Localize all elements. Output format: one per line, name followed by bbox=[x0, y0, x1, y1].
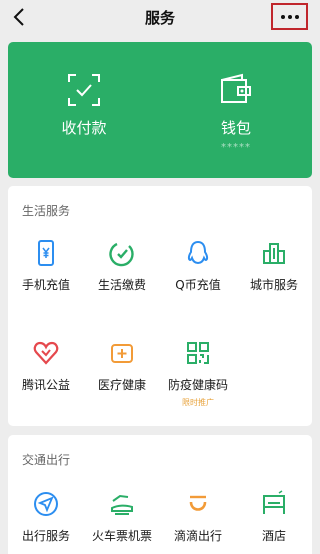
hotel-bed-icon bbox=[263, 490, 285, 514]
scan-check-icon bbox=[68, 74, 100, 106]
didi-ride-item[interactable]: 滴滴出行 bbox=[160, 490, 236, 544]
grid-label: 生活缴费 bbox=[97, 278, 146, 292]
grid-label: 火车票机票 bbox=[91, 529, 152, 543]
wallet-balance-mask: ***** bbox=[221, 142, 251, 153]
phone-yen-icon bbox=[38, 240, 54, 266]
pay-card: 收付款 钱包 ***** bbox=[8, 42, 312, 178]
medical-health-item[interactable]: 医疗健康 bbox=[84, 339, 160, 393]
heart-icon bbox=[33, 341, 59, 365]
qr-code-icon bbox=[187, 342, 209, 364]
medical-box-icon bbox=[111, 344, 133, 363]
receive-pay-button[interactable]: 收付款 bbox=[8, 42, 160, 178]
more-dots-icon bbox=[280, 14, 285, 19]
train-plane-icon bbox=[111, 494, 133, 515]
section-title: 交通出行 bbox=[22, 453, 71, 467]
life-services-card: 生活服务 手机充值 生活缴费 Q币充值 城市服务 腾讯公益 医疗健康 防疫健康码… bbox=[8, 186, 312, 426]
tencent-charity-item[interactable]: 腾讯公益 bbox=[8, 339, 84, 393]
navigation-icon bbox=[34, 492, 58, 516]
more-dot bbox=[294, 14, 299, 19]
grid-label: 防疫健康码 bbox=[167, 378, 228, 392]
traffic-services-card: 交通出行 出行服务 火车票机票 滴滴出行 酒店 bbox=[8, 435, 312, 554]
grid-label: 医疗健康 bbox=[97, 378, 146, 392]
wallet-button[interactable]: 钱包 ***** bbox=[160, 42, 312, 178]
hotel-item[interactable]: 酒店 bbox=[236, 490, 312, 544]
mobile-recharge-item[interactable]: 手机充值 bbox=[8, 239, 84, 293]
city-services-item[interactable]: 城市服务 bbox=[236, 239, 312, 293]
wallet-label: 钱包 bbox=[220, 119, 251, 137]
grid-label: 手机充值 bbox=[21, 278, 70, 292]
grid-label: 城市服务 bbox=[249, 278, 298, 292]
more-button[interactable] bbox=[271, 3, 308, 30]
grid-label: Q币充值 bbox=[175, 278, 221, 292]
wallet-icon bbox=[221, 73, 251, 103]
more-dot bbox=[287, 14, 292, 19]
qcoin-recharge-item[interactable]: Q币充值 bbox=[160, 239, 236, 293]
leaf-check-icon bbox=[109, 242, 134, 267]
train-flight-item[interactable]: 火车票机票 bbox=[84, 490, 160, 544]
grid-label: 出行服务 bbox=[21, 529, 70, 543]
section-title: 生活服务 bbox=[22, 204, 71, 218]
nav-bar: 服务 bbox=[0, 0, 320, 34]
grid-label: 腾讯公益 bbox=[21, 378, 70, 392]
grid-label: 酒店 bbox=[261, 529, 286, 543]
qq-penguin-icon bbox=[187, 240, 209, 265]
didi-icon bbox=[189, 495, 207, 511]
health-code-item[interactable]: 防疫健康码 限时推广 bbox=[160, 339, 236, 408]
city-buildings-icon bbox=[263, 243, 285, 264]
travel-services-item[interactable]: 出行服务 bbox=[8, 490, 84, 544]
grid-label: 滴滴出行 bbox=[173, 529, 222, 543]
receive-pay-label: 收付款 bbox=[61, 119, 107, 137]
promo-tag: 限时推广 bbox=[182, 398, 214, 407]
utility-bill-item[interactable]: 生活缴费 bbox=[84, 239, 160, 293]
